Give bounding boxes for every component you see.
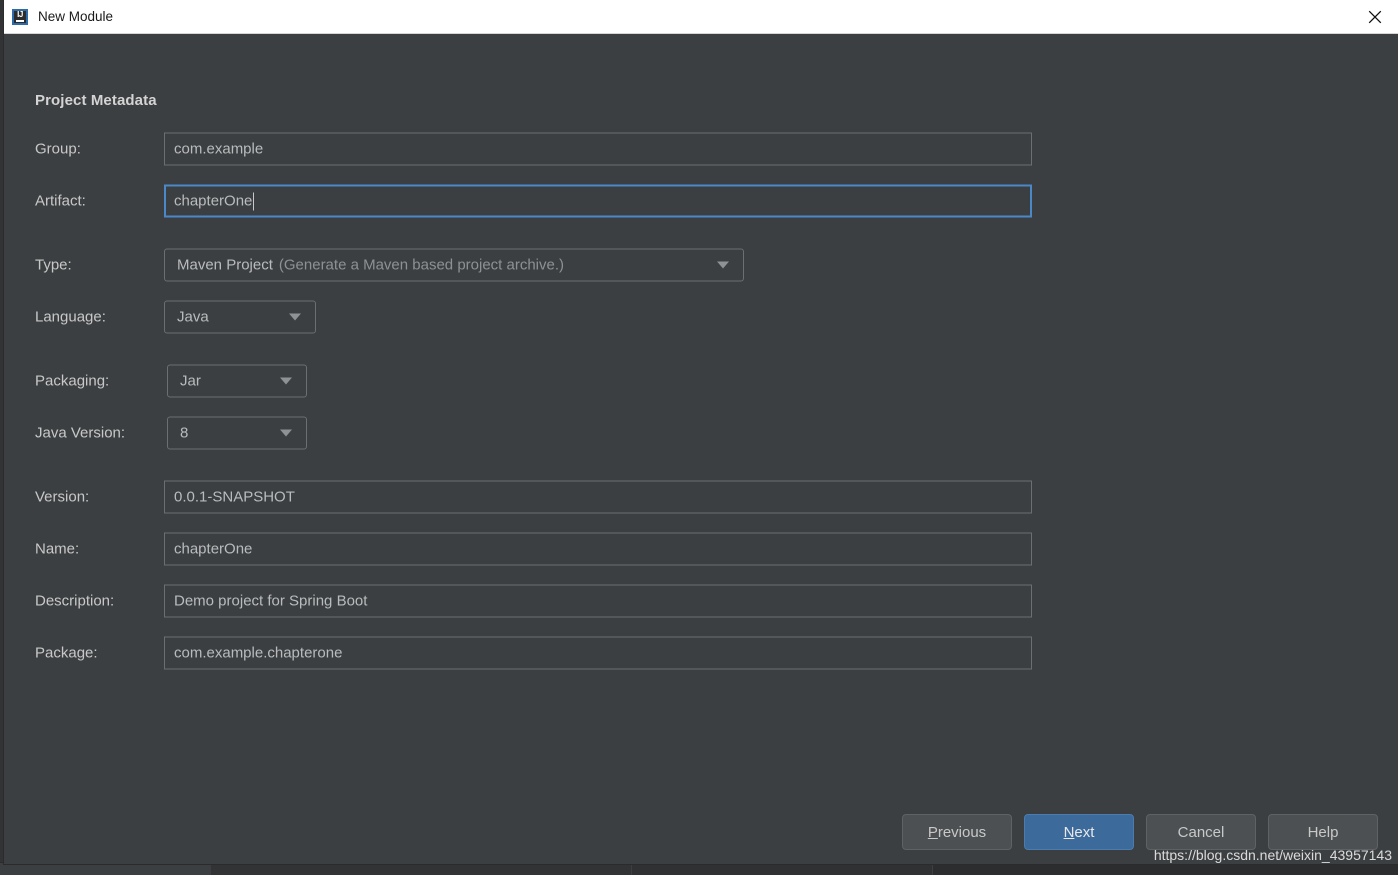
- packaging-select-value: Jar: [180, 372, 201, 390]
- close-icon[interactable]: [1352, 0, 1398, 33]
- background-status-segment-1: [0, 864, 210, 875]
- packaging-label: Packaging:: [35, 372, 110, 390]
- java-version-select-value: 8: [180, 424, 189, 442]
- new-module-dialog: IJ New Module Project Metadata Group: co…: [4, 0, 1398, 864]
- intellij-idea-icon-bar: [16, 19, 24, 22]
- page-title: Project Metadata: [35, 92, 157, 109]
- chevron-down-icon: [280, 429, 292, 437]
- next-button[interactable]: Next: [1024, 814, 1134, 850]
- form-row-language: Language: Java: [4, 291, 1398, 343]
- type-select-hint: (Generate a Maven based project archive.…: [278, 256, 565, 274]
- type-select[interactable]: Maven Project (Generate a Maven based pr…: [164, 248, 744, 282]
- version-label: Version:: [35, 488, 90, 506]
- intellij-idea-icon-glyph: IJ: [17, 9, 23, 19]
- help-button[interactable]: Help: [1268, 814, 1378, 850]
- language-label: Language:: [35, 308, 106, 326]
- form-row-artifact: Artifact: chapterOne: [4, 175, 1398, 227]
- previous-button[interactable]: Previous: [902, 814, 1012, 850]
- form-row-package: Package: com.example.chapterone: [4, 627, 1398, 679]
- text-caret: [253, 192, 255, 210]
- artifact-input[interactable]: chapterOne: [164, 184, 1032, 218]
- name-input[interactable]: chapterOne: [164, 532, 1032, 566]
- language-select[interactable]: Java: [164, 300, 316, 334]
- chevron-down-icon: [289, 313, 301, 321]
- version-input-value: 0.0.1-SNAPSHOT: [174, 488, 295, 506]
- intellij-idea-icon: IJ: [12, 8, 28, 25]
- form-row-java-version: Java Version: 8: [4, 407, 1398, 459]
- dialog-title: New Module: [38, 9, 114, 24]
- chevron-down-icon: [280, 377, 292, 385]
- form-row-version: Version: 0.0.1-SNAPSHOT: [4, 471, 1398, 523]
- artifact-input-value: chapterOne: [174, 192, 253, 210]
- previous-button-label: revious: [937, 823, 987, 841]
- next-button-label: ext: [1074, 823, 1095, 841]
- packaging-select[interactable]: Jar: [167, 364, 307, 398]
- version-input[interactable]: 0.0.1-SNAPSHOT: [164, 480, 1032, 514]
- background-status-segment-4: [933, 864, 1398, 875]
- group-label: Group:: [35, 140, 81, 158]
- java-version-label: Java Version:: [35, 424, 126, 442]
- dialog-body: Project Metadata Group: com.example Arti…: [4, 34, 1398, 864]
- dialog-button-bar: Previous Next Cancel Help: [902, 814, 1378, 850]
- type-select-value: Maven Project: [177, 256, 273, 274]
- next-button-mnemonic: N: [1063, 823, 1075, 841]
- type-label: Type:: [35, 256, 72, 274]
- chevron-down-icon: [717, 261, 729, 269]
- language-select-value: Java: [177, 308, 209, 326]
- form-row-description: Description: Demo project for Spring Boo…: [4, 575, 1398, 627]
- name-input-value: chapterOne: [174, 540, 253, 558]
- form-row-type: Type: Maven Project (Generate a Maven ba…: [4, 239, 1398, 291]
- cancel-button-label: Cancel: [1177, 823, 1225, 841]
- description-label: Description:: [35, 592, 115, 610]
- form-row-packaging: Packaging: Jar: [4, 355, 1398, 407]
- dialog-titlebar: IJ New Module: [4, 0, 1398, 34]
- form-row-name: Name: chapterOne: [4, 523, 1398, 575]
- group-input-value: com.example: [174, 140, 264, 158]
- package-label: Package:: [35, 644, 98, 662]
- background-status-segment-2: [211, 864, 631, 875]
- previous-button-mnemonic: P: [927, 823, 938, 841]
- background-status-segment-3: [632, 864, 932, 875]
- description-input[interactable]: Demo project for Spring Boot: [164, 584, 1032, 618]
- cancel-button[interactable]: Cancel: [1146, 814, 1256, 850]
- form-row-group: Group: com.example: [4, 123, 1398, 175]
- name-label: Name:: [35, 540, 80, 558]
- package-input-value: com.example.chapterone: [174, 644, 343, 662]
- project-metadata-form: Group: com.example Artifact: chapterOne …: [4, 123, 1398, 679]
- description-input-value: Demo project for Spring Boot: [174, 592, 368, 610]
- group-input[interactable]: com.example: [164, 132, 1032, 166]
- java-version-select[interactable]: 8: [167, 416, 307, 450]
- help-button-label: Help: [1307, 823, 1339, 841]
- package-input[interactable]: com.example.chapterone: [164, 636, 1032, 670]
- artifact-label: Artifact:: [35, 192, 86, 210]
